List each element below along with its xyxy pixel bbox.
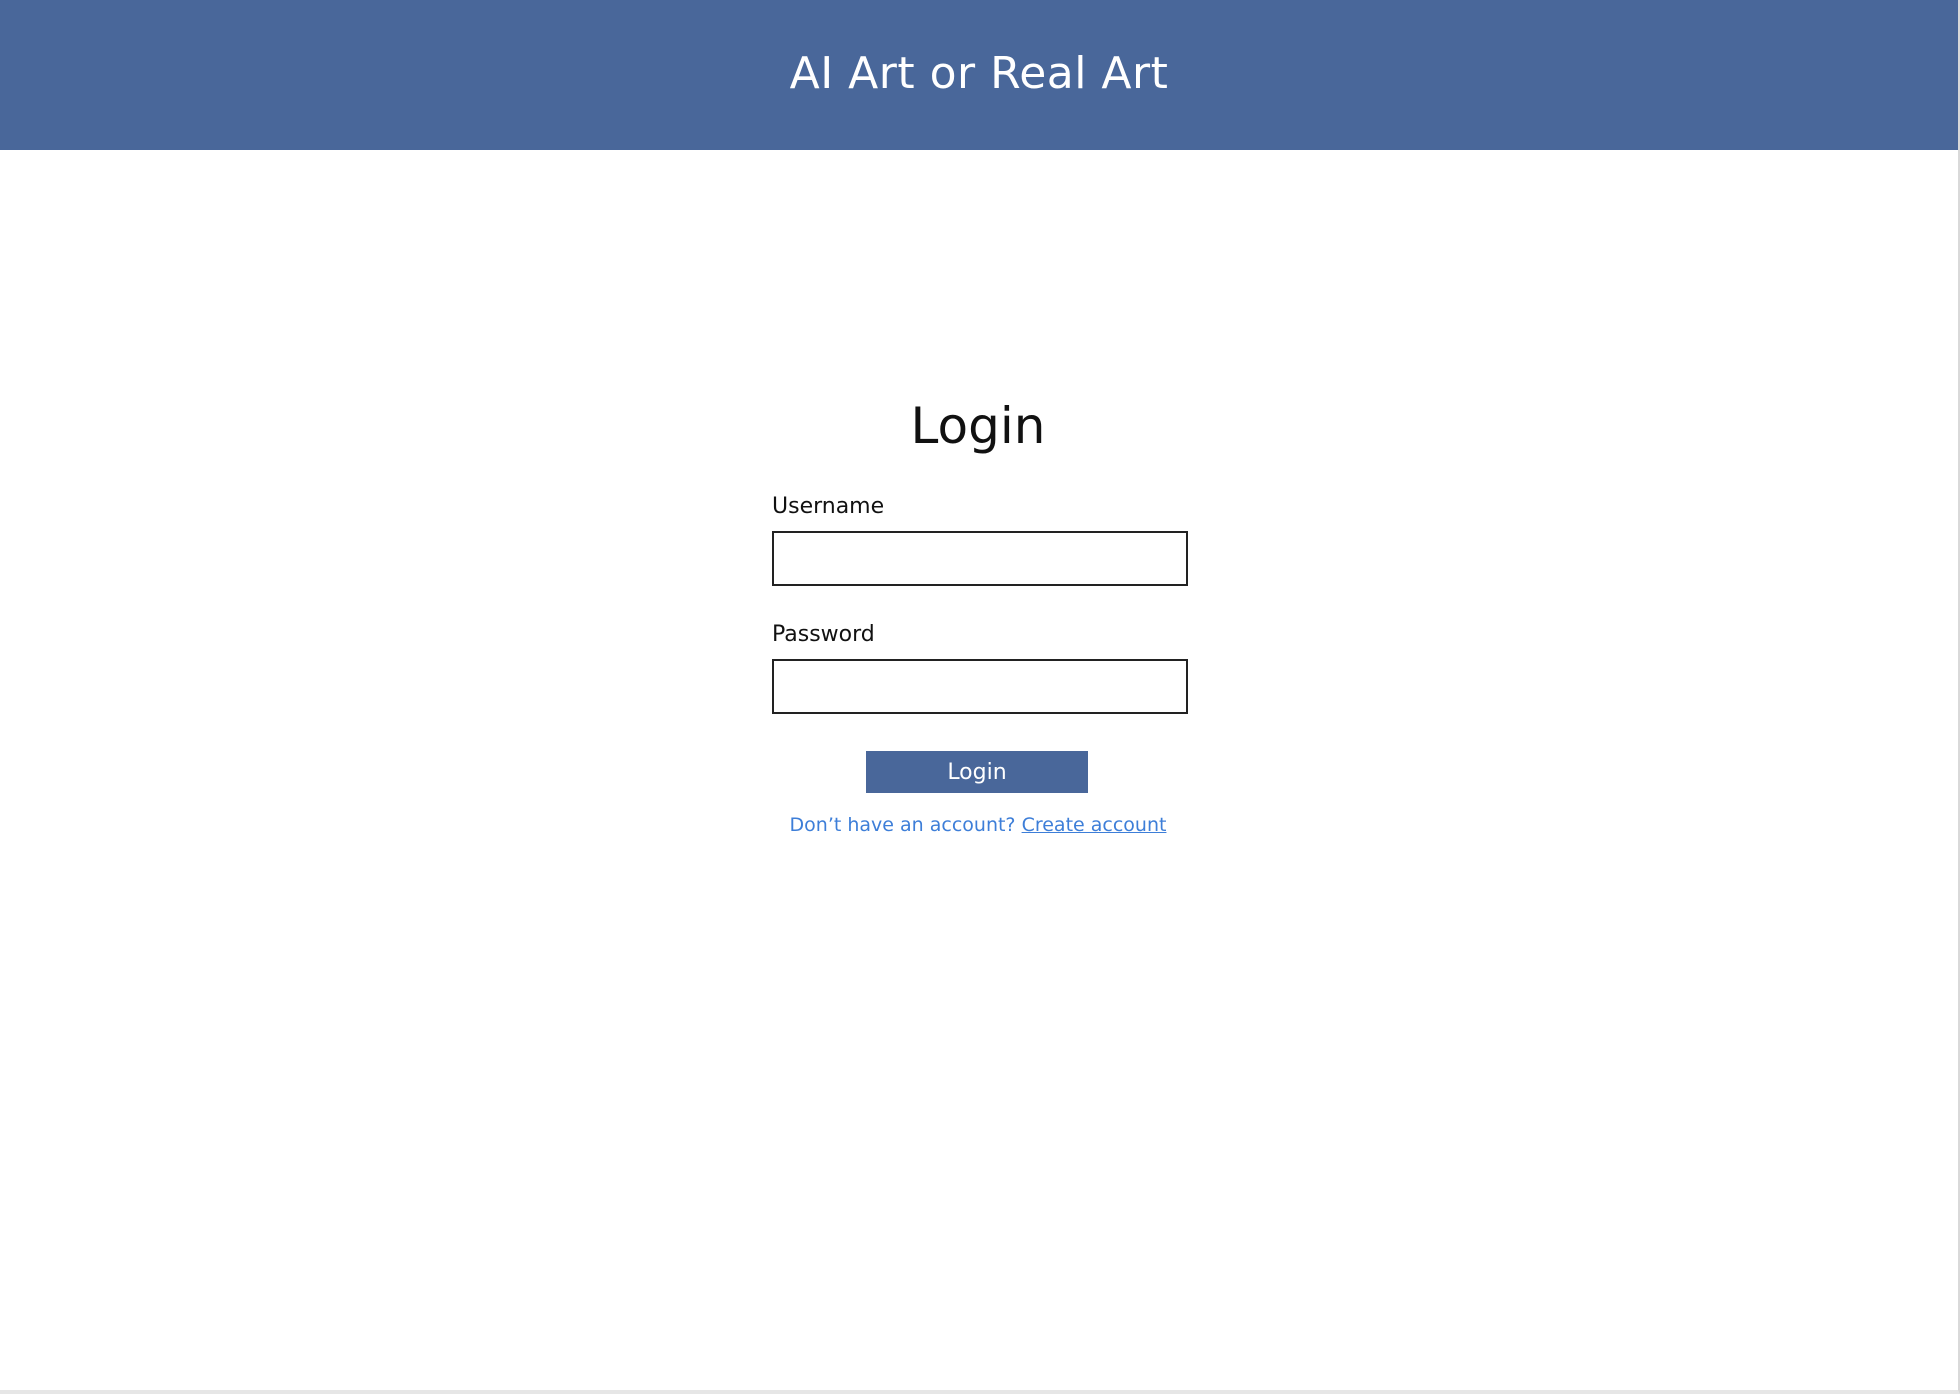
login-title: Login (910, 397, 1046, 455)
username-input[interactable] (772, 531, 1188, 586)
password-input[interactable] (772, 659, 1188, 714)
login-button[interactable]: Login (866, 751, 1088, 793)
page: AI Art or Real Art Login Username Passwo… (0, 0, 1960, 1394)
login-form: Login Username Password Login Don’t have… (772, 390, 1188, 836)
create-account-link[interactable]: Create account (1022, 814, 1167, 836)
app-title: AI Art or Real Art (789, 47, 1169, 99)
username-label: Username (772, 494, 885, 519)
password-label: Password (772, 622, 875, 647)
signup-prompt-text: Don’t have an account? (789, 814, 1016, 836)
signup-prompt: Don’t have an account? Create account (772, 814, 1184, 836)
app-header: AI Art or Real Art (0, 0, 1958, 150)
